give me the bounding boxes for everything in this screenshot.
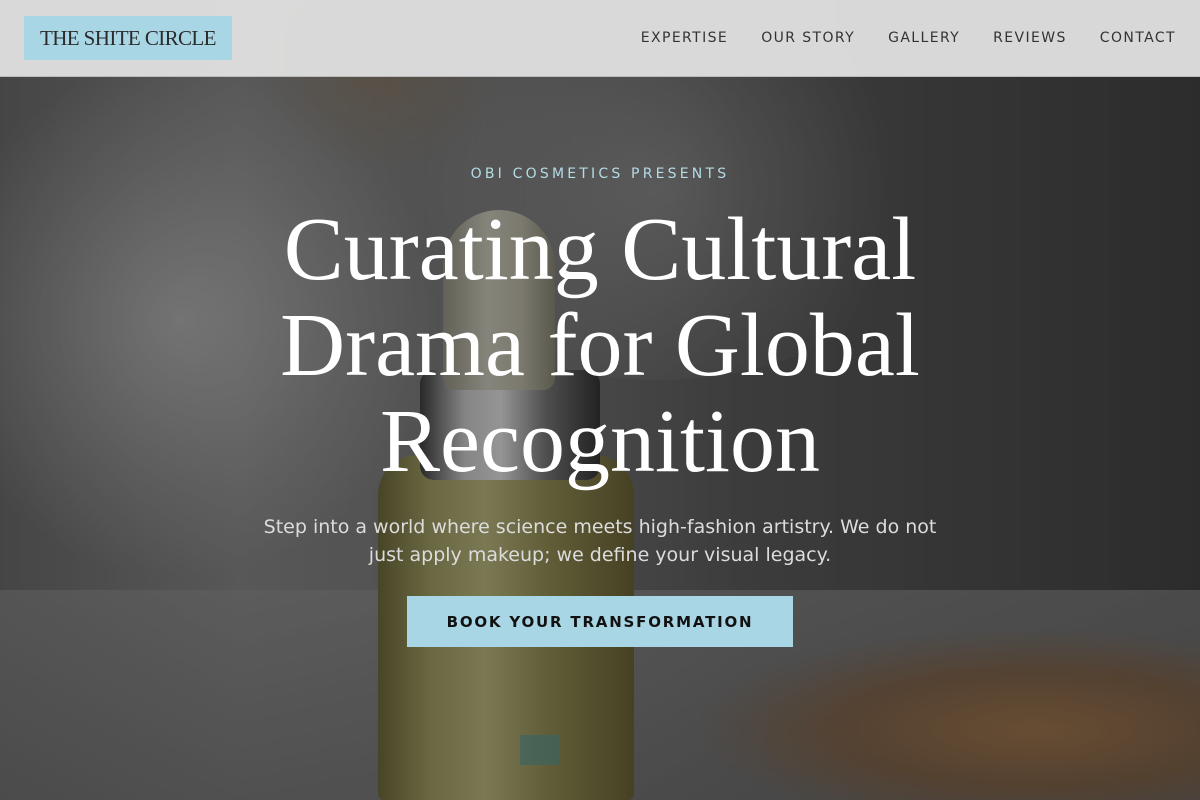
hero-headline: Curating Cultural Drama for Global Recog…: [280, 200, 920, 491]
hero-subtext: Step into a world where science meets hi…: [263, 516, 937, 566]
hero-section: OBI COSMETICS PRESENTS Curating Cultural…: [0, 0, 1200, 800]
book-transformation-button[interactable]: BOOK YOUR TRANSFORMATION: [407, 596, 793, 647]
hero-eyebrow: OBI COSMETICS PRESENTS: [470, 166, 730, 182]
